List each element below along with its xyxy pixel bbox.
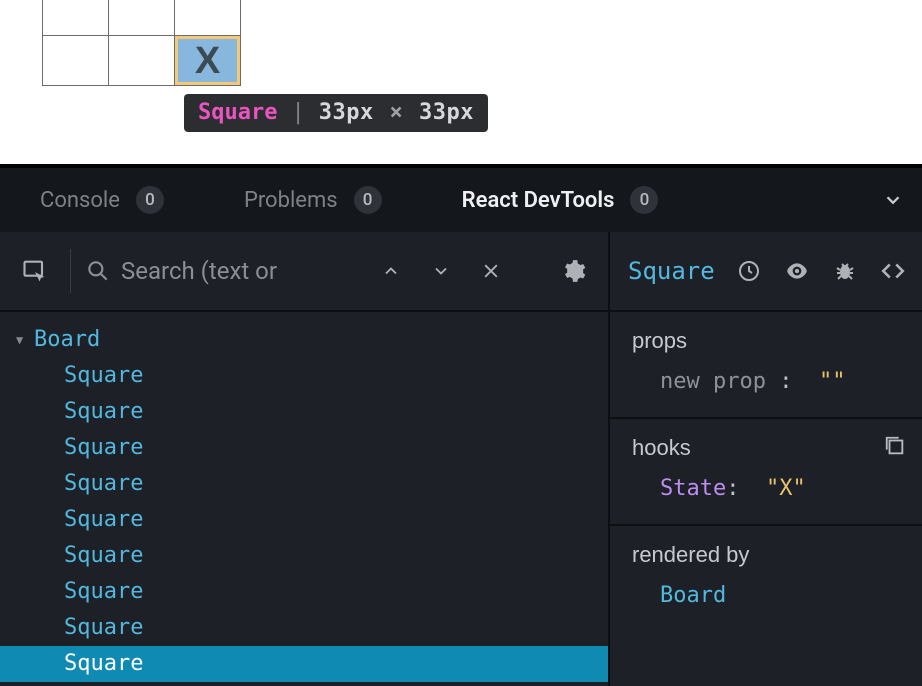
tooltip-separator: | [291,102,304,124]
section-heading: rendered by [632,542,904,568]
tree-label: Square [64,466,143,502]
tree-label: Square [64,502,143,538]
tree-label: Board [34,322,100,358]
search-input[interactable] [121,257,301,285]
tab-label: Problems [244,188,338,213]
tree-row-square[interactable]: Square [0,610,608,646]
clear-search-icon[interactable] [470,250,512,292]
hooks-section: hooks State: "X" [610,419,922,526]
section-heading: hooks [632,435,904,461]
settings-gear-icon[interactable] [552,250,594,292]
tab-console[interactable]: Console 0 [40,186,164,214]
tab-label: React DevTools [462,188,615,213]
tree-label: Square [64,358,143,394]
props-section: props new prop : "" [610,312,922,419]
tree-row-square[interactable]: Square [0,466,608,502]
tree-row-square[interactable]: Square [0,538,608,574]
component-tree[interactable]: ▼BoardSquareSquareSquareSquareSquareSqua… [0,312,608,686]
tree-label: Square [64,430,143,466]
inspect-element-icon[interactable] [14,250,56,292]
tree-label: Square [64,394,143,430]
expand-hooks-icon[interactable] [884,435,906,457]
chevron-down-icon[interactable] [882,189,904,211]
prev-match-icon[interactable] [370,250,412,292]
devtools-panel: Console 0 Problems 0 React DevTools 0 [0,164,922,686]
components-pane: ▼BoardSquareSquareSquareSquareSquareSqua… [0,232,610,686]
tab-problems[interactable]: Problems 0 [244,186,382,214]
debug-icon[interactable] [830,256,860,286]
tree-label: Square [64,610,143,646]
tab-badge: 0 [354,186,382,214]
tree-row-square[interactable]: Square [0,358,608,394]
tree-row-square[interactable]: Square [0,430,608,466]
rendered-by-section: rendered by Board [610,526,922,631]
rendered-by-link[interactable]: Board [632,582,904,611]
component-details-pane: Square props [610,232,922,686]
tooltip-component-name: Square [198,102,277,124]
hook-state-row[interactable]: State: "X" [632,475,904,504]
toolbar-divider [70,249,71,293]
search-wrap [85,257,362,285]
section-heading: props [632,328,904,354]
selected-component-name: Square [628,259,715,283]
tab-badge: 0 [630,186,658,214]
inspect-highlight: X [175,36,240,85]
tree-row-square[interactable]: Square [0,394,608,430]
tree-row-square[interactable]: Square [0,502,608,538]
search-icon [85,258,111,284]
inspect-dom-icon[interactable] [782,256,812,286]
board-square-selected[interactable]: X [175,36,241,86]
tree-row-square[interactable]: Square [0,646,608,682]
tree-label: Square [64,646,143,682]
inspect-tooltip: Square | 33px × 33px [184,94,488,132]
tree-row-square[interactable]: Square [0,574,608,610]
components-toolbar [0,232,608,312]
tree-label: Square [64,574,143,610]
devtools-tabstrip: Console 0 Problems 0 React DevTools 0 [0,168,922,232]
suspend-icon[interactable] [734,256,764,286]
details-header: Square [610,232,922,312]
new-prop-row[interactable]: new prop : "" [632,368,904,397]
tree-label: Square [64,538,143,574]
caret-down-icon: ▼ [16,322,34,358]
tic-tac-toe-board: X [42,0,241,86]
next-match-icon[interactable] [420,250,462,292]
tab-badge: 0 [136,186,164,214]
page-preview: X Square | 33px × 33px [0,0,922,164]
tab-react-devtools[interactable]: React DevTools 0 [462,186,659,214]
tooltip-dimensions: 33px × 33px [319,102,474,124]
view-source-icon[interactable] [878,256,908,286]
tab-label: Console [40,188,120,213]
tree-row-board[interactable]: ▼Board [0,322,608,358]
square-value: X [195,42,220,80]
